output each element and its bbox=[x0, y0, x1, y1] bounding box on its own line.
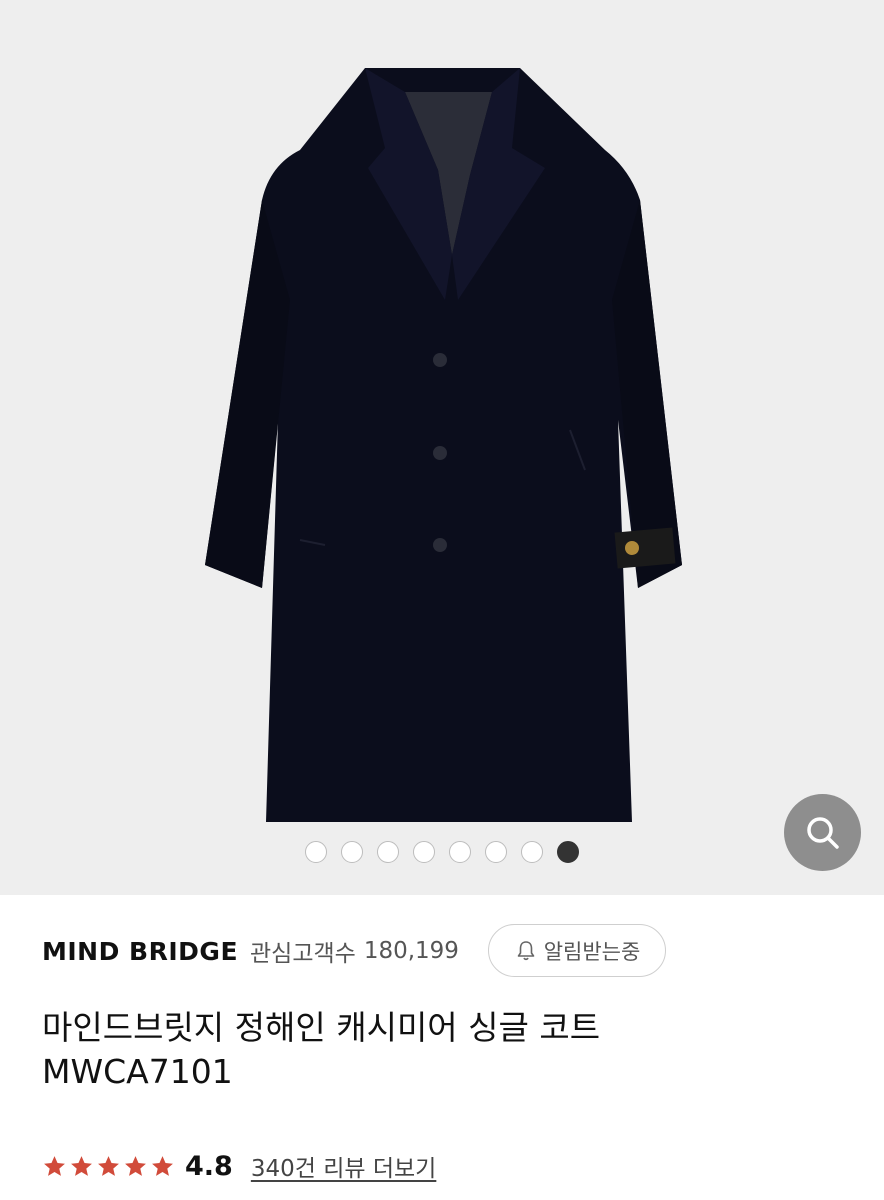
alarm-label: 알림받는중 bbox=[543, 939, 641, 964]
star-icon bbox=[44, 1155, 65, 1176]
gallery-dot-2[interactable] bbox=[341, 841, 363, 863]
rating-value: 4.8 bbox=[185, 1150, 233, 1182]
gallery-dot-3[interactable] bbox=[377, 841, 399, 863]
star-icon bbox=[71, 1155, 92, 1176]
gallery-dot-1[interactable] bbox=[305, 841, 327, 863]
search-icon bbox=[806, 816, 839, 849]
gallery-dot-8[interactable] bbox=[557, 841, 579, 863]
rating-row: 4.8 340건 리뷰 더보기 bbox=[42, 1146, 436, 1186]
alarm-subscribe-button[interactable]: 알림받는중 bbox=[488, 924, 666, 977]
brand-name-link[interactable]: MIND BRIDGE bbox=[42, 937, 238, 966]
rating-stars bbox=[42, 1154, 175, 1179]
zoom-button[interactable] bbox=[784, 794, 861, 871]
product-image-gallery[interactable] bbox=[0, 0, 884, 895]
gallery-dot-5[interactable] bbox=[449, 841, 471, 863]
product-title-line2: MWCA7101 bbox=[42, 1052, 233, 1091]
star-icon bbox=[98, 1155, 119, 1176]
star-icon bbox=[125, 1155, 146, 1176]
star-icon bbox=[152, 1155, 173, 1176]
gallery-dot-7[interactable] bbox=[521, 841, 543, 863]
bell-icon bbox=[517, 940, 534, 960]
product-title: 마인드브릿지 정해인 캐시미어 싱글 코트 MWCA7101 bbox=[42, 1006, 842, 1094]
product-image[interactable] bbox=[0, 0, 884, 895]
review-more-link[interactable]: 340건 리뷰 더보기 bbox=[251, 1149, 436, 1183]
brand-row: MIND BRIDGE 관심고객수 180,199 알림받는중 bbox=[42, 924, 842, 978]
favorite-count: 180,199 bbox=[363, 938, 459, 964]
gallery-pagination bbox=[305, 841, 579, 863]
product-title-line1: 마인드브릿지 정해인 캐시미어 싱글 코트 bbox=[42, 1008, 601, 1047]
gallery-dot-6[interactable] bbox=[485, 841, 507, 863]
gallery-dot-4[interactable] bbox=[413, 841, 435, 863]
favorite-count-label: 관심고객수 bbox=[250, 941, 356, 967]
